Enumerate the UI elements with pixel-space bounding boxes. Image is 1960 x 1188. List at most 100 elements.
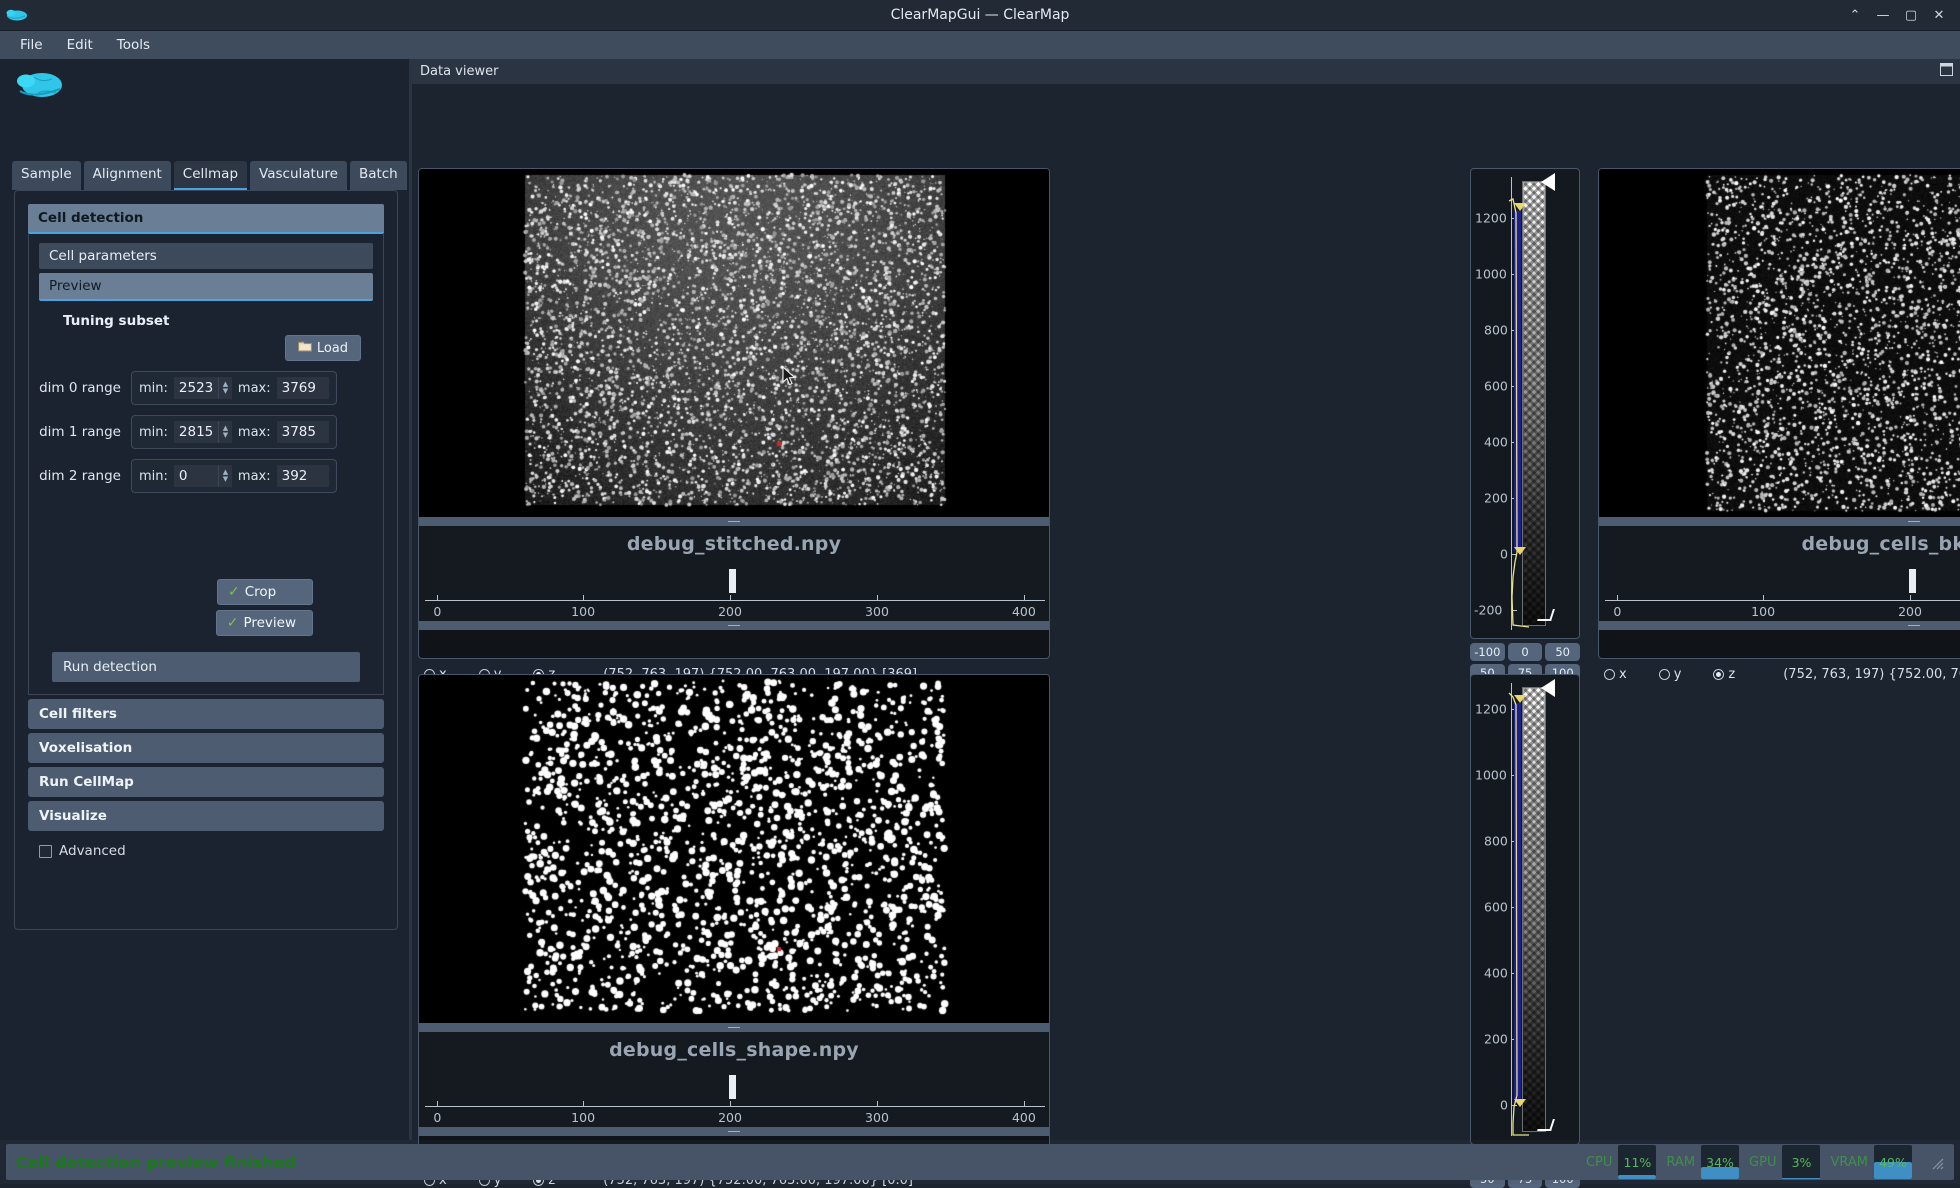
menu-item-file[interactable]: File: [10, 33, 53, 57]
colorbar-top-handle[interactable]: [1541, 173, 1555, 191]
panel-splitter-bottom[interactable]: [419, 621, 1049, 630]
image-canvas-bkg[interactable]: [1599, 169, 1960, 517]
colorbar-max-marker[interactable]: [1514, 203, 1526, 211]
image-canvas-shape[interactable]: [419, 675, 1049, 1023]
dim-2-range-row: dim 2 range min: ▲▼ max:: [39, 459, 373, 493]
colorbar-min-marker[interactable]: [1514, 547, 1526, 555]
dim-1-max-input[interactable]: [276, 421, 329, 443]
slice-slider-shape[interactable]: debug_cells_shape.npy 0 100 200 300 400: [419, 1032, 1049, 1127]
slice-handle[interactable]: [1908, 569, 1916, 593]
dim-1-min-input[interactable]: [173, 421, 218, 443]
spinner-arrows-icon[interactable]: ▲ ▼: [217, 377, 232, 399]
colorbar-shape: 1200 1000 800 600 400 200 0: [1470, 674, 1581, 1188]
close-button[interactable]: ✕: [1926, 3, 1952, 27]
window-title: ClearMapGui — ClearMap: [890, 7, 1070, 23]
viewer-panel-shape-inner: debug_cells_shape.npy 0 100 200 300 400: [418, 674, 1050, 1165]
image-canvas-stitched[interactable]: [419, 169, 1049, 517]
dim-0-min-stepper[interactable]: ▲▼: [173, 377, 232, 399]
accordion-visualize[interactable]: Visualize: [28, 801, 384, 831]
monitor-gpu-bar: 3%: [1782, 1145, 1821, 1179]
dim-1-range-row: dim 1 range min: ▲▼ max:: [39, 415, 373, 449]
slice-slider-stitched[interactable]: debug_stitched.npy 0 100 200 300 400: [419, 526, 1049, 621]
slice-slider-bkg[interactable]: debug_cells_bkg.npy 0 100 200 300 400: [1599, 526, 1960, 621]
accordion-cell-filters[interactable]: Cell filters: [28, 699, 384, 729]
panel-splitter-bottom[interactable]: [419, 1127, 1049, 1136]
preview-button[interactable]: ✓ Preview: [215, 610, 313, 636]
preview-button-label: Preview: [243, 615, 296, 631]
image-cells-bkg[interactable]: [1599, 169, 1960, 517]
coords-readout-bkg: (752, 763, 197) {752.00, 763.00, 197.00}…: [1783, 667, 1960, 682]
slice-handle[interactable]: [728, 569, 736, 593]
viewer-grid: debug_stitched.npy 0 100 200 300 400 120…: [412, 84, 1960, 1188]
colorbar-bottom-handle[interactable]: [1537, 1119, 1555, 1131]
image-stitched[interactable]: [419, 169, 1049, 517]
cb-preset-0[interactable]: 0: [1507, 643, 1543, 661]
menu-item-tools[interactable]: Tools: [107, 33, 160, 57]
colorbar-box-stitched[interactable]: 1200 1000 800 600 400 200 0 -200: [1470, 168, 1580, 639]
accordion-voxelisation[interactable]: Voxelisation: [28, 733, 384, 763]
tab-vasculature[interactable]: Vasculature: [250, 161, 347, 190]
radio-dot-icon: [1713, 669, 1725, 680]
advanced-checkbox[interactable]: [39, 844, 52, 858]
panel-title-bkg: debug_cells_bkg.npy: [1801, 533, 1960, 555]
tab-alignment[interactable]: Alignment: [83, 161, 171, 190]
cb-preset-n100[interactable]: -100: [1470, 643, 1505, 661]
cell-detection-body: Cell parameters Preview Tuning subset Lo…: [28, 234, 384, 695]
run-detection-button[interactable]: Run detection: [52, 652, 360, 682]
monitor-cpu: CPU 11%: [1586, 1145, 1657, 1179]
load-button-label: Load: [316, 340, 348, 356]
panel-splitter-bottom[interactable]: [1599, 621, 1960, 630]
colorbar-box-shape[interactable]: 1200 1000 800 600 400 200 0: [1470, 674, 1580, 1145]
cb-tick-400: 400: [1484, 434, 1508, 450]
radio-axis-y-bkg[interactable]: y: [1658, 667, 1681, 682]
subsection-preview[interactable]: Preview: [39, 273, 373, 301]
monitor-cpu-value: 11%: [1623, 1154, 1652, 1170]
slice-handle[interactable]: [728, 1075, 736, 1099]
viewer-panel-stitched-inner: debug_stitched.npy 0 100 200 300 400: [418, 168, 1050, 659]
dim-2-min-input[interactable]: [173, 465, 218, 487]
radio-axis-z-bkg[interactable]: z: [1713, 667, 1735, 682]
panel-splitter[interactable]: [1599, 517, 1960, 526]
colorbar-top-handle[interactable]: [1541, 679, 1555, 697]
cb-preset-50b[interactable]: 50: [1545, 643, 1581, 661]
chevron-up-icon[interactable]: ⌃: [1842, 3, 1868, 27]
viewer-panel-bkg: debug_cells_bkg.npy 0 100 200 300 400: [1598, 168, 1960, 682]
axis-tick-100: 100: [1751, 604, 1776, 619]
colorbar-max-marker[interactable]: [1514, 695, 1526, 703]
undock-icon[interactable]: [1940, 63, 1953, 80]
histogram-curve: [1508, 198, 1530, 628]
minimize-button[interactable]: —: [1870, 3, 1896, 27]
crop-button[interactable]: ✓ Crop: [217, 579, 313, 605]
axis-tick-100: 100: [571, 1110, 596, 1125]
tab-batch[interactable]: Batch: [349, 161, 407, 190]
subsection-cell-parameters[interactable]: Cell parameters: [39, 243, 373, 269]
menu-item-edit[interactable]: Edit: [57, 33, 103, 57]
image-cells-shape[interactable]: [419, 675, 1049, 1023]
dim-1-min-stepper[interactable]: ▲▼: [173, 421, 232, 443]
advanced-checkbox-row[interactable]: Advanced: [39, 843, 397, 859]
brain-logo-icon: [16, 69, 64, 107]
panel-splitter[interactable]: [419, 517, 1049, 526]
status-message: Cell detection preview finished: [16, 1152, 296, 1172]
colorbar-bottom-handle[interactable]: [1537, 609, 1555, 621]
resize-grip-icon[interactable]: [1928, 1154, 1944, 1170]
panel-splitter[interactable]: [419, 1023, 1049, 1032]
tab-cellmap[interactable]: Cellmap: [173, 161, 248, 190]
spinner-arrows-icon[interactable]: ▲ ▼: [217, 421, 232, 443]
radio-axis-x-bkg[interactable]: x: [1604, 667, 1627, 682]
dim-0-min-input[interactable]: [173, 377, 218, 399]
monitor-vram-label: VRAM: [1830, 1154, 1868, 1170]
dim-2-range-label: dim 2 range: [39, 468, 121, 484]
load-button[interactable]: Load: [284, 335, 361, 361]
spinner-arrows-icon[interactable]: ▲ ▼: [217, 465, 232, 487]
axis-tick-200: 200: [718, 604, 742, 619]
maximize-button[interactable]: ▢: [1898, 3, 1924, 27]
section-cell-detection[interactable]: Cell detection: [28, 204, 384, 234]
dim-0-max-input[interactable]: [276, 377, 329, 399]
colorbar-min-marker[interactable]: [1514, 1099, 1526, 1107]
accordion-run-cellmap[interactable]: Run CellMap: [28, 767, 384, 797]
dim-2-min-stepper[interactable]: ▲▼: [173, 465, 232, 487]
dim-2-max-input[interactable]: [276, 465, 329, 487]
tab-sample[interactable]: Sample: [12, 161, 81, 190]
left-sidebar: Sample Alignment Cellmap Vasculature Bat…: [0, 59, 412, 1140]
